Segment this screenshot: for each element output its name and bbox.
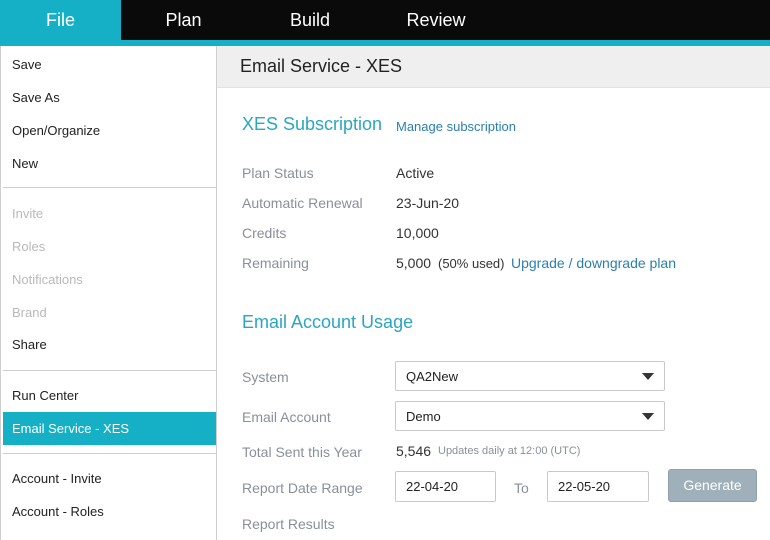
- tab-file[interactable]: File: [0, 0, 121, 40]
- sidebar-item-account-roles[interactable]: Account - Roles: [3, 495, 216, 528]
- page-title: Email Service - XES: [240, 56, 403, 76]
- sidebar-item-share[interactable]: Share: [3, 328, 216, 361]
- plan-status-value: Active: [396, 165, 435, 181]
- system-label: System: [242, 369, 289, 385]
- sidebar-item-new[interactable]: New: [3, 147, 216, 180]
- sidebar-divider: [3, 187, 216, 188]
- total-sent-note: Updates daily at 12:00 (UTC): [438, 445, 581, 457]
- automatic-renewal-value: 23-Jun-20: [396, 195, 460, 211]
- total-sent-label: Total Sent this Year: [242, 444, 362, 460]
- top-nav: File Plan Build Review: [0, 0, 770, 40]
- usage-heading: Email Account Usage: [242, 312, 414, 332]
- sidebar-item-roles: Roles: [12, 239, 46, 254]
- report-results-label: Report Results: [242, 516, 335, 532]
- sidebar-item-invite: Invite: [12, 206, 44, 221]
- credits-value: 10,000: [396, 225, 439, 241]
- remaining-percent: (50% used): [438, 256, 505, 271]
- email-account-label: Email Account: [242, 409, 331, 425]
- file-menu-sidebar: Save Save As Open/Organize New Invite Ro…: [0, 46, 217, 540]
- subscription-heading: XES Subscription: [242, 114, 383, 134]
- sidebar-item-run-center[interactable]: Run Center: [3, 379, 216, 412]
- date-from-input[interactable]: [395, 471, 496, 502]
- sidebar-item-email-service[interactable]: Email Service - XES: [3, 412, 216, 445]
- remaining-value: 5,000: [396, 255, 432, 271]
- tab-build[interactable]: Build: [246, 0, 374, 40]
- sidebar-item-brand: Brand: [12, 305, 47, 320]
- sidebar-divider: [3, 370, 216, 371]
- chevron-down-icon: [642, 413, 654, 420]
- date-to-label: To: [514, 480, 529, 496]
- tab-review[interactable]: Review: [374, 0, 498, 40]
- system-select-value: QA2New: [406, 369, 459, 384]
- email-account-select[interactable]: Demo: [395, 401, 665, 431]
- credits-label: Credits: [242, 225, 287, 241]
- total-sent-value: 5,546: [396, 443, 432, 459]
- sidebar-item-notifications: Notifications: [12, 272, 83, 287]
- report-date-range-label: Report Date Range: [242, 480, 363, 496]
- system-select[interactable]: QA2New: [395, 361, 665, 391]
- tab-plan[interactable]: Plan: [121, 0, 246, 40]
- remaining-label: Remaining: [242, 255, 309, 271]
- upgrade-downgrade-link[interactable]: Upgrade / downgrade plan: [511, 255, 676, 271]
- chevron-down-icon: [642, 373, 654, 380]
- manage-subscription-link[interactable]: Manage subscription: [396, 119, 516, 134]
- automatic-renewal-label: Automatic Renewal: [242, 195, 363, 211]
- email-account-select-value: Demo: [406, 409, 441, 424]
- generate-button[interactable]: Generate: [668, 469, 757, 502]
- sidebar-item-open-organize[interactable]: Open/Organize: [3, 114, 216, 147]
- sidebar-item-account-invite[interactable]: Account - Invite: [3, 462, 216, 495]
- plan-status-label: Plan Status: [242, 165, 314, 181]
- page-header: Email Service - XES: [217, 46, 770, 88]
- sidebar-divider: [3, 453, 216, 454]
- date-to-input[interactable]: [547, 471, 649, 502]
- sidebar-item-save-as[interactable]: Save As: [3, 81, 216, 114]
- sidebar-item-save[interactable]: Save: [3, 48, 216, 81]
